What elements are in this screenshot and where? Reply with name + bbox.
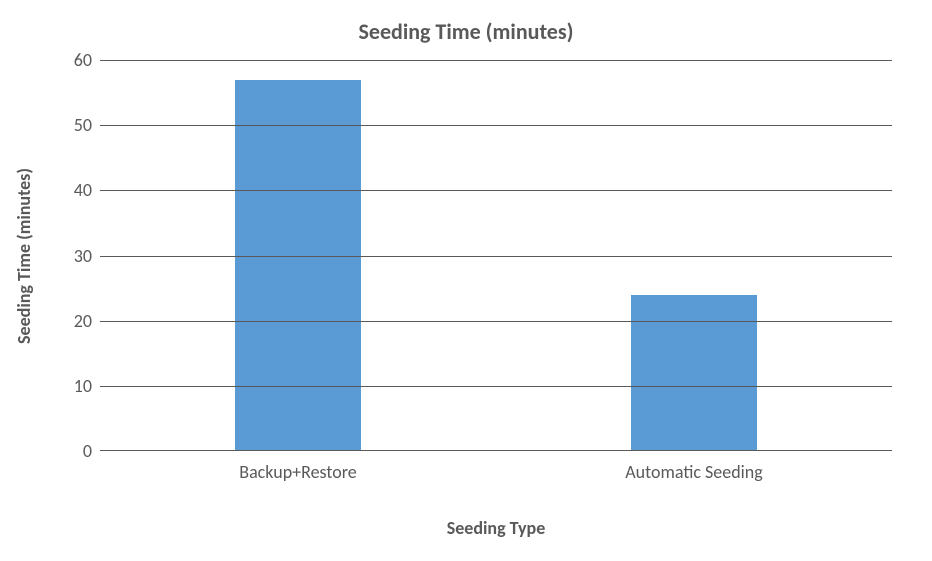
y-tick-label: 50 xyxy=(60,114,92,136)
y-axis-label: Seeding Time (minutes) xyxy=(12,60,36,451)
chart-container: Seeding Time (minutes) Seeding Time (min… xyxy=(0,0,932,561)
y-tick-label: 20 xyxy=(60,310,92,332)
grid-line xyxy=(100,256,892,257)
chart-title: Seeding Time (minutes) xyxy=(0,18,932,45)
y-tick-label: 30 xyxy=(60,245,92,267)
plot-area xyxy=(100,60,892,451)
grid-line xyxy=(100,125,892,126)
y-tick-label: 0 xyxy=(60,440,92,462)
grid-line xyxy=(100,386,892,387)
grid-line xyxy=(100,60,892,61)
y-tick-label: 40 xyxy=(60,179,92,201)
bar xyxy=(631,295,758,451)
x-axis-label: Seeding Type xyxy=(100,517,892,539)
x-axis-line xyxy=(100,450,892,451)
y-tick-label: 10 xyxy=(60,375,92,397)
x-tick-label: Backup+Restore xyxy=(239,461,356,483)
x-tick-label: Automatic Seeding xyxy=(625,461,762,483)
grid-line xyxy=(100,190,892,191)
bar xyxy=(235,80,362,451)
y-tick-label: 60 xyxy=(60,49,92,71)
grid-line xyxy=(100,321,892,322)
y-axis-label-text: Seeding Time (minutes) xyxy=(13,168,35,344)
